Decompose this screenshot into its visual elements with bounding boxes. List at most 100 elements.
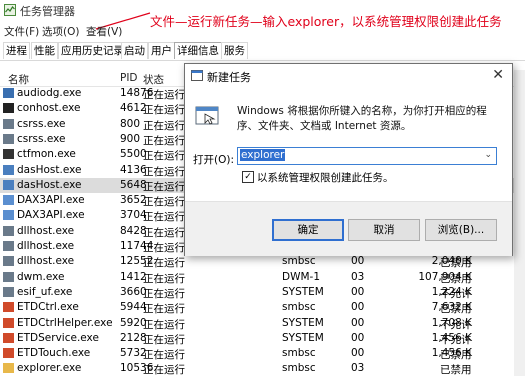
column-name[interactable]: 名称	[8, 72, 29, 87]
process-icon	[3, 118, 14, 129]
admin-privilege-label: 以系统管理权限创建此任务。	[257, 172, 394, 184]
column-pid[interactable]: PID	[120, 72, 138, 84]
process-status: 正在运行	[143, 196, 185, 209]
tab-details[interactable]: 详细信息	[174, 42, 222, 59]
open-label: 打开(O):	[193, 154, 234, 166]
process-name: conhost.exe	[17, 102, 81, 115]
menu-file[interactable]: 文件(F)	[4, 24, 39, 39]
tab-services[interactable]: 服务	[221, 42, 248, 59]
process-uac: 已禁用	[440, 257, 472, 270]
close-icon[interactable]: ✕	[492, 67, 504, 83]
process-uac: 不允许	[440, 318, 472, 331]
process-status: 正在运行	[143, 242, 185, 254]
process-status: 正在运行	[143, 119, 185, 132]
table-row[interactable]: ETDCtrlHelper.exe 5920 正在运行 SYSTEM 00 1,708 K…	[0, 316, 525, 331]
process-pid: 900	[120, 132, 141, 145]
process-name: dasHost.exe	[17, 163, 82, 176]
process-icon	[3, 179, 14, 190]
process-icon	[3, 103, 14, 114]
dialog-description: Windows 将根据你所键入的名称，为你打开相应的程序、文件夹、文档或 Int…	[237, 105, 487, 132]
menu-options[interactable]: 选项(O)	[42, 24, 79, 39]
process-user: SYSTEM	[282, 316, 324, 329]
admin-privilege-checkbox[interactable]: ✓	[242, 171, 254, 183]
open-input[interactable]: explorer ⌄	[237, 147, 497, 165]
process-icon	[3, 241, 14, 251]
table-row[interactable]: ETDTouch.exe 5732 正在运行 smbsc 00 1,456 K 已禁用	[0, 346, 525, 361]
process-icon	[3, 256, 14, 267]
process-user: smbsc	[282, 301, 316, 314]
process-icon	[3, 286, 14, 297]
table-row[interactable]: ETDService.exe 2128 正在运行 SYSTEM 00 1,456 K 不允许	[0, 331, 525, 346]
tab-startup[interactable]: 启动	[121, 42, 148, 59]
process-cpu: 00	[351, 331, 365, 344]
process-status: 正在运行	[143, 272, 185, 285]
tab-processes[interactable]: 进程	[3, 42, 30, 59]
process-status: 正在运行	[143, 211, 185, 224]
column-status[interactable]: 状态	[143, 72, 164, 87]
process-icon	[3, 317, 14, 328]
process-status: 正在运行	[143, 364, 185, 377]
task-manager-window: 任务管理器 文件—运行新任务—输入explorer，以系统管理权限创建此任务 文…	[0, 0, 525, 376]
process-name: ETDService.exe	[17, 331, 99, 344]
process-name: esif_uf.exe	[17, 285, 73, 298]
process-status: 正在运行	[143, 134, 185, 147]
run-window-icon	[191, 70, 203, 81]
menu-view[interactable]: 查看(V)	[86, 24, 122, 39]
dialog-title-bar: 新建任务 ✕	[185, 64, 512, 88]
tab-users[interactable]: 用户	[148, 42, 175, 59]
process-status: 正在运行	[143, 226, 185, 239]
table-row[interactable]: dwm.exe 1412 正在运行 DWM-1 03 107,904 K 已禁用	[0, 270, 525, 285]
chevron-down-icon[interactable]: ⌄	[484, 150, 492, 160]
window-title: 任务管理器	[20, 5, 75, 18]
table-row[interactable]: esif_uf.exe 3660 正在运行 SYSTEM 00 1,224 K 不允许	[0, 285, 525, 300]
process-status: 正在运行	[143, 165, 185, 178]
process-name: DAX3API.exe	[17, 209, 85, 222]
tab-performance[interactable]: 性能	[31, 42, 58, 59]
table-row[interactable]: ETDCtrl.exe 5944 正在运行 smbsc 00 7,632 K 已禁用	[0, 300, 525, 315]
dialog-footer: 确定 取消 浏览(B)...	[185, 201, 512, 256]
browse-button[interactable]: 浏览(B)...	[425, 219, 497, 241]
process-icon	[3, 88, 14, 98]
create-new-task-dialog: 新建任务 ✕ Windows 将根据你所键入的名称，为你打开相应的程序、文件夹、…	[184, 63, 513, 256]
process-icon	[3, 363, 14, 374]
process-pid: 800	[120, 117, 141, 130]
table-row[interactable]: explorer.exe 10536 正在运行 smbsc 03 已禁用	[0, 361, 525, 376]
process-name: ctfmon.exe	[17, 148, 76, 161]
process-icon	[3, 195, 14, 206]
process-uac: 已禁用	[440, 364, 472, 377]
process-uac: 已禁用	[440, 272, 472, 285]
process-icon	[3, 302, 14, 313]
process-status: 正在运行	[143, 349, 185, 362]
cancel-button[interactable]: 取消	[348, 219, 420, 241]
process-icon	[3, 164, 14, 175]
process-icon	[3, 225, 14, 236]
process-status: 正在运行	[143, 257, 185, 270]
menu-bar: 文件(F) 选项(O) 查看(V)	[0, 22, 525, 38]
run-program-icon	[195, 106, 219, 125]
process-cpu: 00	[351, 301, 365, 314]
process-icon	[3, 332, 14, 343]
ok-button[interactable]: 确定	[272, 219, 344, 241]
process-name: dasHost.exe	[17, 178, 82, 191]
process-cpu: 00	[351, 285, 365, 298]
process-name: csrss.exe	[17, 132, 66, 145]
process-cpu: 03	[351, 362, 365, 375]
process-status: 正在运行	[143, 333, 185, 346]
process-status: 正在运行	[143, 318, 185, 331]
vertical-scrollbar[interactable]	[514, 70, 525, 376]
process-status: 正在运行	[143, 89, 185, 101]
process-name: audiodg.exe	[17, 87, 82, 99]
process-name: explorer.exe	[17, 362, 82, 375]
process-name: dwm.exe	[17, 270, 65, 283]
process-name: ETDTouch.exe	[17, 347, 91, 360]
process-cpu: 00	[351, 316, 365, 329]
process-status: 正在运行	[143, 303, 185, 316]
process-user: SYSTEM	[282, 285, 324, 298]
process-icon	[3, 271, 14, 282]
process-icon	[3, 210, 14, 221]
table-row[interactable]: dllhost.exe 12552 正在运行 smbsc 00 2,040 K 已禁用	[0, 254, 525, 269]
tab-app-history[interactable]: 应用历史记录	[58, 42, 127, 59]
tab-bar: 进程 性能 应用历史记录 启动 用户 详细信息 服务	[0, 40, 525, 61]
process-user: DWM-1	[282, 270, 320, 283]
process-user: smbsc	[282, 347, 316, 360]
